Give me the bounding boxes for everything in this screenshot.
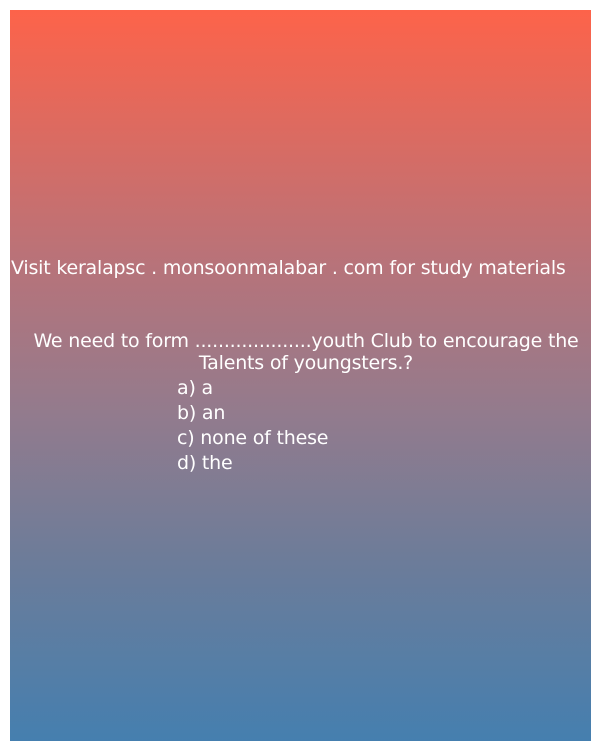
option-a: a) a	[177, 377, 213, 399]
option-c: c) none of these	[177, 427, 329, 449]
option-d: d) the	[177, 452, 233, 474]
question-card: Visit keralapsc . monsoonmalabar . com f…	[10, 10, 591, 741]
question-text: We need to form ....................yout…	[33, 330, 579, 374]
option-b: b) an	[177, 402, 226, 424]
promo-text: Visit keralapsc . monsoonmalabar . com f…	[11, 257, 566, 279]
options-list: a) a b) an c) none of these d) the	[177, 376, 328, 476]
